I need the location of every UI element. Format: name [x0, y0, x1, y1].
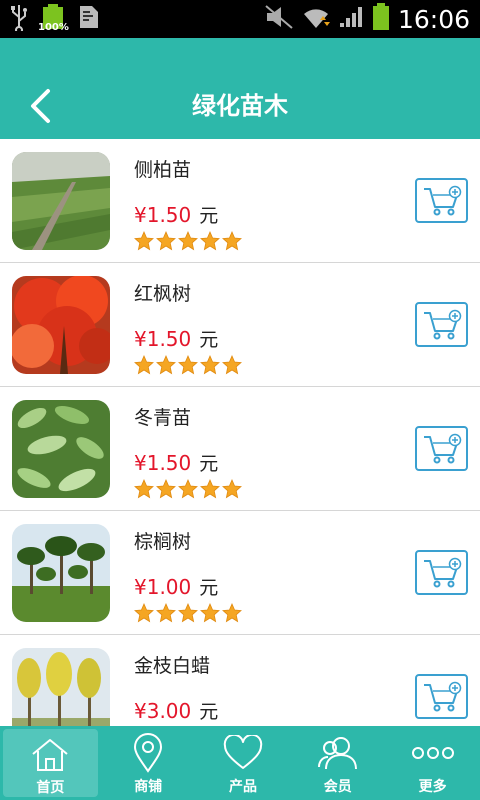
cart-add-icon	[423, 309, 461, 339]
signal-icon	[338, 5, 364, 33]
tab-label: 会员	[323, 779, 352, 795]
star-icon	[222, 479, 242, 499]
star-icon	[178, 231, 198, 251]
star-icon	[200, 231, 220, 251]
battery-percent: 100%	[38, 22, 69, 33]
rating-stars	[134, 355, 242, 375]
star-icon	[156, 479, 176, 499]
tab-shops[interactable]: 商铺	[101, 726, 196, 800]
product-name: 侧柏苗	[134, 159, 192, 181]
star-icon	[222, 231, 242, 251]
more-dots-icon	[411, 732, 455, 774]
price-row: ¥3.00 元	[134, 697, 218, 724]
price-unit: 元	[199, 329, 219, 351]
product-price: ¥1.50	[134, 327, 192, 351]
star-icon	[156, 355, 176, 375]
add-to-cart-button[interactable]	[415, 674, 468, 719]
product-price: ¥1.50	[134, 203, 192, 227]
members-icon	[316, 732, 360, 774]
home-icon	[30, 735, 70, 775]
rating-stars	[134, 479, 242, 499]
star-icon	[134, 479, 154, 499]
product-image	[12, 524, 110, 622]
header-bar: 绿化苗木	[0, 38, 480, 139]
cart-add-icon	[423, 557, 461, 587]
star-icon	[178, 479, 198, 499]
tab-label: 首页	[36, 780, 65, 796]
cart-add-icon	[423, 433, 461, 463]
star-icon	[156, 231, 176, 251]
star-icon	[178, 355, 198, 375]
price-unit: 元	[199, 577, 219, 599]
cart-add-icon	[423, 681, 461, 711]
product-name: 金枝白蜡	[134, 655, 211, 677]
wifi-icon	[302, 4, 330, 34]
star-icon	[156, 603, 176, 623]
price-row: ¥1.50 元	[134, 449, 218, 476]
tab-label: 产品	[228, 779, 257, 795]
mute-icon	[264, 4, 294, 34]
page-title: 绿化苗木	[192, 92, 288, 120]
document-icon	[78, 4, 100, 34]
tab-members[interactable]: 会员	[290, 726, 385, 800]
product-image	[12, 648, 110, 726]
battery-full-icon: 100%	[38, 4, 69, 34]
list-item[interactable]: 侧柏苗 ¥1.50 元	[0, 139, 480, 263]
map-pin-icon	[132, 732, 164, 774]
rating-stars	[134, 231, 242, 251]
cart-add-icon	[423, 185, 461, 215]
star-icon	[178, 603, 198, 623]
star-icon	[222, 603, 242, 623]
battery-icon	[372, 3, 390, 35]
tab-label: 更多	[418, 779, 447, 795]
usb-icon	[10, 3, 28, 35]
star-icon	[222, 355, 242, 375]
star-icon	[134, 355, 154, 375]
tab-products[interactable]: 产品	[196, 726, 291, 800]
product-price: ¥1.50	[134, 451, 192, 475]
rating-stars	[134, 603, 242, 623]
add-to-cart-button[interactable]	[415, 550, 468, 595]
heart-icon	[222, 732, 264, 774]
product-list[interactable]: 侧柏苗 ¥1.50 元 红枫树 ¥1.50 元 冬青苗 ¥1.50 元 棕榈树 …	[0, 139, 480, 726]
list-item[interactable]: 红枫树 ¥1.50 元	[0, 263, 480, 387]
product-name: 红枫树	[134, 283, 192, 305]
list-item[interactable]: 冬青苗 ¥1.50 元	[0, 387, 480, 511]
price-unit: 元	[199, 205, 219, 227]
add-to-cart-button[interactable]	[415, 302, 468, 347]
tab-label: 商铺	[134, 779, 163, 795]
star-icon	[134, 231, 154, 251]
star-icon	[200, 355, 220, 375]
product-image	[12, 400, 110, 498]
add-to-cart-button[interactable]	[415, 426, 468, 471]
product-price: ¥1.00	[134, 575, 192, 599]
star-icon	[134, 603, 154, 623]
add-to-cart-button[interactable]	[415, 178, 468, 223]
list-item[interactable]: 金枝白蜡 ¥3.00 元	[0, 635, 480, 726]
star-icon	[200, 479, 220, 499]
product-name: 冬青苗	[134, 407, 192, 429]
product-image	[12, 152, 110, 250]
tab-more[interactable]: 更多	[385, 726, 480, 800]
price-row: ¥1.50 元	[134, 201, 218, 228]
price-row: ¥1.00 元	[134, 573, 218, 600]
clock: 16:06	[397, 4, 470, 34]
product-image	[12, 276, 110, 374]
product-name: 棕榈树	[134, 531, 192, 553]
list-item[interactable]: 棕榈树 ¥1.00 元	[0, 511, 480, 635]
product-price: ¥3.00	[134, 699, 192, 723]
status-bar: 100% 16:06	[0, 0, 480, 38]
price-unit: 元	[199, 453, 219, 475]
price-row: ¥1.50 元	[134, 325, 218, 352]
tab-home[interactable]: 首页	[3, 729, 98, 797]
bottom-tab-bar: 首页 商铺 产品 会员 更多	[0, 726, 480, 800]
price-unit: 元	[199, 701, 219, 723]
star-icon	[200, 603, 220, 623]
